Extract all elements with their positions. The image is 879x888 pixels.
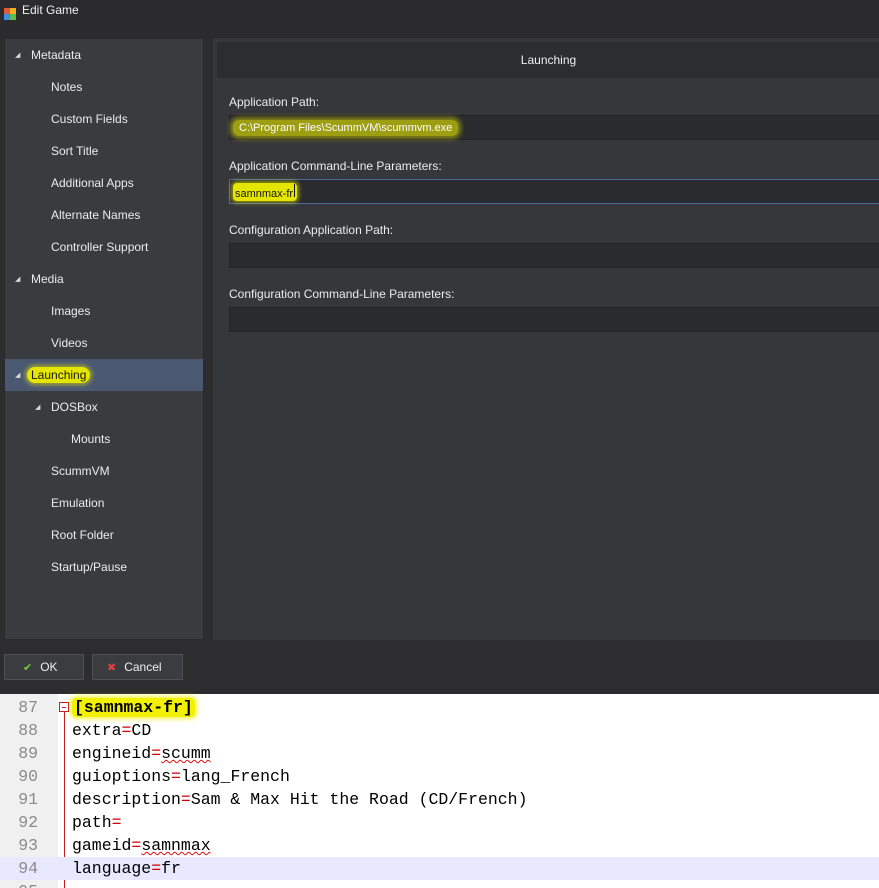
- triangle-expanded-icon[interactable]: ◢: [15, 275, 20, 283]
- application-path-value: C:\Program Files\ScummVM\scummvm.exe: [233, 119, 459, 136]
- code-line-95: 95: [0, 880, 879, 888]
- line-number: 89: [18, 744, 38, 763]
- tree-item-scummvm[interactable]: ScummVM: [5, 455, 203, 487]
- ini-key: engineid: [72, 744, 152, 763]
- tree-item-label: Media: [31, 272, 64, 286]
- tree-item-videos[interactable]: Videos: [5, 327, 203, 359]
- configuration-command-line-parameters-input[interactable]: [229, 307, 879, 332]
- line-number: 88: [18, 721, 38, 740]
- cancel-button[interactable]: ✖ Cancel: [92, 654, 183, 680]
- ini-value: fr: [161, 859, 181, 878]
- tree-item-label: Metadata: [31, 48, 82, 62]
- code-line-93: 93 gameid=samnmax: [0, 834, 879, 857]
- tree-item-images[interactable]: Images: [5, 295, 203, 327]
- tree-item-label: Emulation: [51, 496, 105, 510]
- ini-value: CD: [131, 721, 152, 740]
- line-number: 95: [0, 880, 38, 888]
- section-header: [samnmax-fr]: [72, 698, 195, 717]
- tree-item-sort-title[interactable]: Sort Title: [5, 135, 203, 167]
- check-icon: ✔: [23, 661, 33, 674]
- launching-panel: Launching Application Path: C:\Program F…: [212, 38, 879, 640]
- code-line-91: 91 description=Sam & Max Hit the Road (C…: [0, 788, 879, 811]
- fold-collapse-icon[interactable]: [59, 702, 69, 712]
- settings-tree: ◢ Metadata Notes Custom Fields Sort Titl…: [4, 38, 204, 640]
- tree-item-label: Custom Fields: [51, 112, 128, 126]
- tree-item-label: Sort Title: [51, 144, 99, 158]
- code-line-90: 90 guioptions=lang_French: [0, 765, 879, 788]
- tree-item-media[interactable]: ◢ Media: [5, 263, 203, 295]
- code-line-94: 94 language=fr: [0, 857, 879, 880]
- application-path-label: Application Path:: [229, 95, 320, 109]
- ini-value: lang_French: [180, 767, 290, 786]
- text-caret: [294, 183, 296, 197]
- panel-header: Launching: [217, 42, 879, 78]
- tree-item-custom-fields[interactable]: Custom Fields: [5, 103, 203, 135]
- tree-item-label: Alternate Names: [51, 208, 141, 222]
- line-number: 92: [18, 813, 38, 832]
- window-title: Edit Game: [22, 3, 79, 17]
- code-line-89: 89 engineid=scumm: [0, 742, 879, 765]
- ini-key: description: [72, 790, 181, 809]
- launchbox-icon: [4, 8, 16, 20]
- triangle-expanded-icon[interactable]: ◢: [15, 371, 20, 379]
- tree-item-label: ScummVM: [51, 464, 110, 478]
- ini-value: Sam & Max Hit the Road (CD/French): [190, 790, 528, 809]
- tree-item-additional-apps[interactable]: Additional Apps: [5, 167, 203, 199]
- configuration-application-path-label: Configuration Application Path:: [229, 223, 394, 237]
- tree-item-label: DOSBox: [51, 400, 98, 414]
- tree-item-notes[interactable]: Notes: [5, 71, 203, 103]
- tree-item-startup-pause[interactable]: Startup/Pause: [5, 551, 203, 583]
- x-icon: ✖: [107, 661, 117, 674]
- code-line-88: 88 extra=CD: [0, 719, 879, 742]
- tree-item-label: Root Folder: [51, 528, 114, 542]
- tree-item-mounts[interactable]: Mounts: [5, 423, 203, 455]
- tree-item-label: Startup/Pause: [51, 560, 128, 574]
- command-line-parameters-input[interactable]: samnmax-fr: [229, 179, 879, 204]
- tree-item-root-folder[interactable]: Root Folder: [5, 519, 203, 551]
- code-line-92: 92 path=: [0, 811, 879, 834]
- application-path-input[interactable]: C:\Program Files\ScummVM\scummvm.exe: [229, 115, 879, 140]
- ini-editor[interactable]: 87 [samnmax-fr] 88 extra=CD 89 engineid=…: [0, 694, 879, 888]
- triangle-expanded-icon[interactable]: ◢: [15, 51, 20, 59]
- code-line-87: 87 [samnmax-fr]: [0, 696, 879, 719]
- command-line-parameters-label: Application Command-Line Parameters:: [229, 159, 442, 173]
- title-bar: Edit Game: [0, 0, 879, 38]
- tree-item-metadata[interactable]: ◢ Metadata: [5, 39, 203, 71]
- line-number: 93: [18, 836, 38, 855]
- tree-item-label: Controller Support: [51, 240, 149, 254]
- ini-key: path: [72, 813, 112, 832]
- line-number: 94: [18, 859, 38, 878]
- triangle-expanded-icon[interactable]: ◢: [35, 403, 40, 411]
- line-number: 91: [18, 790, 38, 809]
- tree-item-dosbox[interactable]: ◢ DOSBox: [5, 391, 203, 423]
- cancel-button-label: Cancel: [124, 660, 162, 674]
- command-line-parameters-value: samnmax-fr: [233, 182, 298, 201]
- tree-item-label: Images: [51, 304, 91, 318]
- ok-button-label: OK: [40, 660, 58, 674]
- ini-value: samnmax: [141, 836, 211, 855]
- ini-value: scumm: [161, 744, 211, 763]
- tree-item-emulation[interactable]: Emulation: [5, 487, 203, 519]
- ini-key: guioptions: [72, 767, 172, 786]
- command-line-parameters-text: samnmax-fr: [235, 187, 294, 200]
- tree-item-controller-support[interactable]: Controller Support: [5, 231, 203, 263]
- tree-item-label: Launching: [27, 367, 91, 383]
- tree-item-label: Additional Apps: [51, 176, 134, 190]
- ok-button[interactable]: ✔ OK: [4, 654, 84, 680]
- tree-item-label: Videos: [51, 336, 88, 350]
- configuration-command-line-parameters-label: Configuration Command-Line Parameters:: [229, 287, 455, 301]
- configuration-application-path-input[interactable]: [229, 243, 879, 268]
- tree-item-label: Mounts: [71, 432, 111, 446]
- dialog-buttons: ✔ OK ✖ Cancel: [0, 640, 879, 694]
- ini-key: language: [72, 859, 152, 878]
- tree-item-label: Notes: [51, 80, 83, 94]
- line-number: 90: [18, 767, 38, 786]
- tree-item-launching[interactable]: ◢ Launching: [5, 359, 203, 391]
- tree-item-alternate-names[interactable]: Alternate Names: [5, 199, 203, 231]
- line-number: 87: [18, 698, 38, 717]
- ini-key: extra: [72, 721, 122, 740]
- ini-key: gameid: [72, 836, 132, 855]
